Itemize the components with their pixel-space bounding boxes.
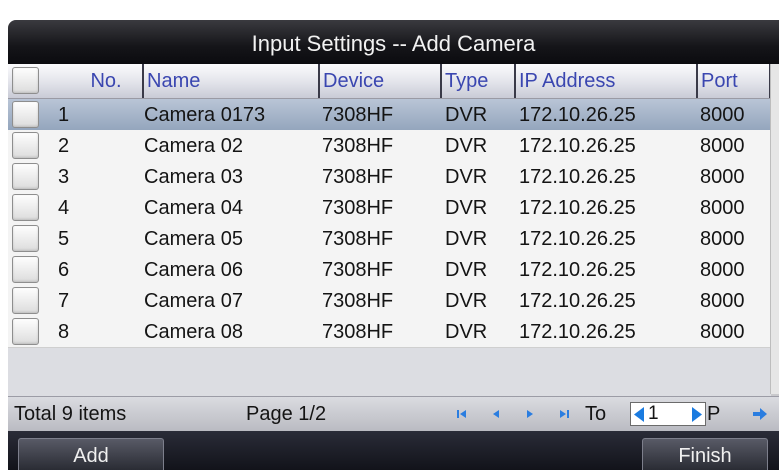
goto-page-label: To (585, 403, 607, 425)
table-scrollbar[interactable] (770, 64, 779, 394)
cell-ip-address: 172.10.26.25 (519, 197, 636, 219)
go-arrow-icon[interactable] (750, 404, 770, 424)
cell-name: Camera 07 (144, 290, 243, 312)
cell-no: 5 (58, 228, 70, 250)
table-row[interactable]: 8 Camera 08 7308HF DVR 172.10.26.25 8000 (8, 316, 779, 348)
cell-type: DVR (445, 259, 488, 281)
cell-port: 8000 (700, 290, 745, 312)
cell-ip-address: 172.10.26.25 (519, 135, 636, 157)
cell-ip-address: 172.10.26.25 (519, 321, 636, 343)
row-checkbox[interactable] (12, 132, 39, 159)
cell-no: 8 (58, 321, 70, 343)
table-row[interactable]: 5 Camera 05 7308HF DVR 172.10.26.25 8000 (8, 223, 779, 255)
column-header-type[interactable]: Type (440, 64, 516, 98)
cell-port: 8000 (700, 228, 745, 250)
select-all-checkbox[interactable] (12, 67, 39, 94)
cell-name: Camera 08 (144, 321, 243, 343)
table-row[interactable]: 6 Camera 06 7308HF DVR 172.10.26.25 8000 (8, 254, 779, 286)
add-button[interactable]: Add (18, 438, 164, 470)
cell-name: Camera 03 (144, 166, 243, 188)
page-number-field[interactable] (646, 403, 692, 425)
cell-type: DVR (445, 166, 488, 188)
cell-type: DVR (445, 104, 488, 126)
first-page-icon[interactable] (452, 404, 472, 424)
row-checkbox[interactable] (12, 256, 39, 283)
cell-type: DVR (445, 197, 488, 219)
cell-no: 3 (58, 166, 70, 188)
page-number-input[interactable] (630, 402, 706, 426)
table-row[interactable]: 4 Camera 04 7308HF DVR 172.10.26.25 8000 (8, 192, 779, 224)
cell-no: 1 (58, 104, 70, 126)
cell-port: 8000 (700, 104, 745, 126)
row-checkbox[interactable] (12, 318, 39, 345)
cell-name: Camera 06 (144, 259, 243, 281)
cell-device: 7308HF (322, 290, 394, 312)
cell-no: 2 (58, 135, 70, 157)
table-row[interactable]: 2 Camera 02 7308HF DVR 172.10.26.25 8000 (8, 130, 779, 162)
cell-type: DVR (445, 321, 488, 343)
row-checkbox[interactable] (12, 194, 39, 221)
cell-port: 8000 (700, 197, 745, 219)
cell-device: 7308HF (322, 228, 394, 250)
row-checkbox[interactable] (12, 101, 39, 128)
cell-port: 8000 (700, 166, 745, 188)
left-triangle-icon[interactable] (632, 406, 646, 423)
button-bar: Add Finish (8, 431, 779, 470)
column-header-port[interactable]: Port (696, 64, 771, 98)
cell-device: 7308HF (322, 104, 394, 126)
total-items-label: Total 9 items (14, 403, 127, 425)
cell-device: 7308HF (322, 135, 394, 157)
cell-no: 6 (58, 259, 70, 281)
right-triangle-icon[interactable] (690, 406, 704, 423)
cell-port: 8000 (700, 321, 745, 343)
cell-name: Camera 0173 (144, 104, 266, 126)
cell-no: 7 (58, 290, 70, 312)
cell-device: 7308HF (322, 321, 394, 343)
cell-ip-address: 172.10.26.25 (519, 290, 636, 312)
cell-device: 7308HF (322, 197, 394, 219)
page-suffix-label: P (707, 403, 721, 425)
table-empty-area (8, 348, 771, 396)
cell-device: 7308HF (322, 259, 394, 281)
row-checkbox[interactable] (12, 287, 39, 314)
table-row[interactable]: 1 Camera 0173 7308HF DVR 172.10.26.25 8000 (8, 99, 779, 131)
cell-name: Camera 05 (144, 228, 243, 250)
cell-ip-address: 172.10.26.25 (519, 228, 636, 250)
cell-ip-address: 172.10.26.25 (519, 259, 636, 281)
row-checkbox[interactable] (12, 225, 39, 252)
column-header-ip-address[interactable]: IP Address (514, 64, 698, 98)
table-row[interactable]: 3 Camera 03 7308HF DVR 172.10.26.25 8000 (8, 161, 779, 193)
column-header-name[interactable]: Name (142, 64, 320, 98)
cell-no: 4 (58, 197, 70, 219)
cell-type: DVR (445, 290, 488, 312)
cell-port: 8000 (700, 135, 745, 157)
cell-ip-address: 172.10.26.25 (519, 104, 636, 126)
cell-name: Camera 04 (144, 197, 243, 219)
cell-name: Camera 02 (144, 135, 243, 157)
row-checkbox[interactable] (12, 163, 39, 190)
cell-device: 7308HF (322, 166, 394, 188)
pagination-bar: Total 9 items Page 1/2 To P (8, 396, 779, 431)
cell-port: 8000 (700, 259, 745, 281)
table-row[interactable]: 7 Camera 07 7308HF DVR 172.10.26.25 8000 (8, 285, 779, 317)
finish-button[interactable]: Finish (642, 438, 768, 470)
column-header-device[interactable]: Device (318, 64, 442, 98)
dialog-title: Input Settings -- Add Camera (8, 20, 779, 64)
add-camera-dialog: Input Settings -- Add Camera No. Name De… (8, 20, 779, 470)
prev-page-icon[interactable] (486, 404, 506, 424)
cell-type: DVR (445, 135, 488, 157)
cell-ip-address: 172.10.26.25 (519, 166, 636, 188)
last-page-icon[interactable] (554, 404, 574, 424)
table-header: No. Name Device Type IP Address Port (8, 64, 779, 99)
column-header-no[interactable]: No. (43, 64, 143, 98)
page-indicator: Page 1/2 (246, 403, 327, 425)
next-page-icon[interactable] (520, 404, 540, 424)
cell-type: DVR (445, 228, 488, 250)
